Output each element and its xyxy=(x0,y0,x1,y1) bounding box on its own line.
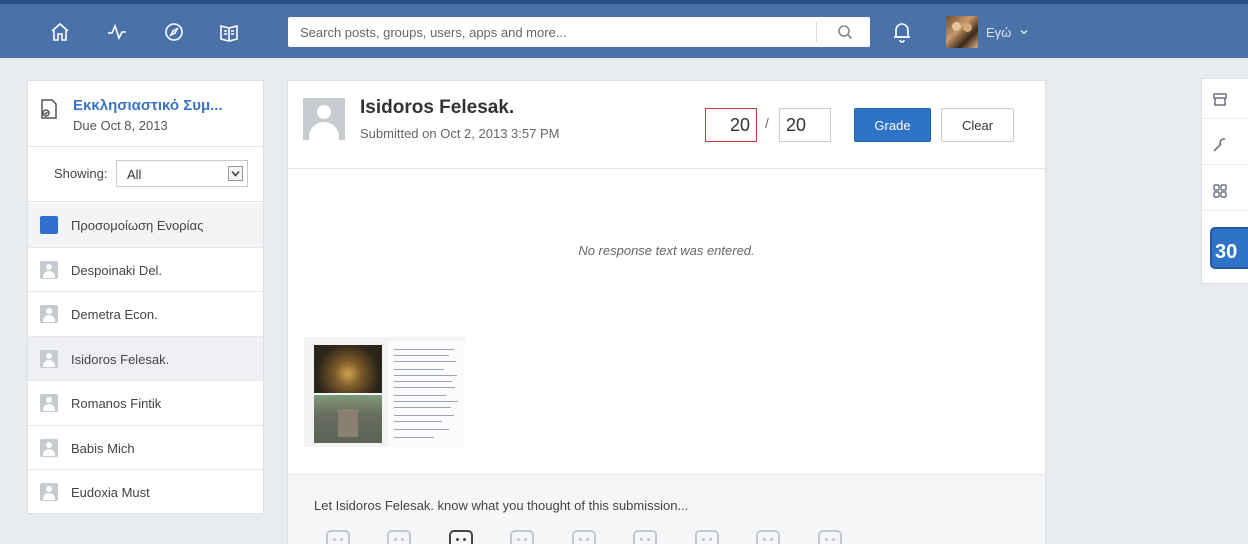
attachment-handwritten-page xyxy=(388,341,465,447)
score-total-input[interactable] xyxy=(779,108,831,142)
sticker-icon[interactable] xyxy=(633,530,657,544)
showing-filter-select[interactable]: All xyxy=(116,160,248,187)
top-navigation-bar: Εγώ xyxy=(0,0,1248,58)
backpack-icon[interactable] xyxy=(215,18,243,46)
attachment-photo xyxy=(314,345,382,393)
assignment-sidebar: Εκκλησιαστικό Συμ... Due Oct 8, 2013 Sho… xyxy=(27,80,264,514)
sticker-icon[interactable] xyxy=(510,530,534,544)
list-item-selected[interactable]: Isidoros Felesak. xyxy=(28,336,263,381)
user-avatar-icon xyxy=(40,394,58,412)
user-avatar-icon xyxy=(40,483,58,501)
grade-button[interactable]: Grade xyxy=(854,108,931,142)
search-divider xyxy=(816,22,817,42)
submission-header: Isidoros Felesak. Submitted on Oct 2, 20… xyxy=(288,81,1045,169)
sticker-icon[interactable] xyxy=(572,530,596,544)
group-icon xyxy=(40,216,58,234)
calendar-day-number: 30 xyxy=(1215,241,1238,263)
attachment-thumbnail[interactable] xyxy=(304,337,465,447)
score-separator: / xyxy=(765,115,769,131)
user-menu[interactable]: Εγώ xyxy=(946,16,1029,48)
list-item-group[interactable]: Προσομοίωση Ενορίας xyxy=(28,203,263,248)
student-name[interactable]: Isidoros Felesak. xyxy=(360,97,514,119)
list-item-label: Eudoxia Must xyxy=(71,485,150,500)
dropdown-arrow-icon xyxy=(228,166,243,181)
sticker-icon[interactable] xyxy=(387,530,411,544)
search-bar xyxy=(288,17,870,47)
list-item-label: Προσομοίωση Ενορίας xyxy=(71,218,204,233)
list-item[interactable]: Despoinaki Del. xyxy=(28,248,263,292)
calendar-icon[interactable]: 30 xyxy=(1210,227,1248,269)
right-app-rail: 30 xyxy=(1201,78,1248,284)
filter-selected-value: All xyxy=(127,167,142,182)
attachment-photo xyxy=(314,395,382,443)
list-item-label: Despoinaki Del. xyxy=(71,262,163,278)
feedback-prompt: Let Isidoros Felesak. know what you thou… xyxy=(314,498,689,513)
user-avatar-icon xyxy=(40,349,58,368)
user-avatar-icon xyxy=(40,305,58,323)
assignment-icon xyxy=(40,98,58,120)
list-item-label: Babis Mich xyxy=(71,440,135,456)
search-icon[interactable] xyxy=(820,17,870,47)
list-item[interactable]: Babis Mich xyxy=(28,426,263,470)
list-item-label: Isidoros Felesak. xyxy=(71,351,170,367)
clear-button[interactable]: Clear xyxy=(941,108,1014,142)
filter-row: Showing: All xyxy=(28,148,263,202)
user-avatar-icon xyxy=(40,438,58,457)
user-avatar-icon xyxy=(40,260,58,279)
filter-label: Showing: xyxy=(54,166,108,181)
assignment-header: Εκκλησιαστικό Συμ... Due Oct 8, 2013 xyxy=(28,81,263,147)
user-menu-label: Εγώ xyxy=(986,24,1012,40)
list-item[interactable]: Romanos Fintik xyxy=(28,381,263,426)
home-icon[interactable] xyxy=(46,18,74,46)
student-list: Προσομοίωση Ενορίας Despoinaki Del. Deme… xyxy=(28,203,263,515)
no-response-text: No response text was entered. xyxy=(578,243,755,258)
list-item-label: Demetra Econ. xyxy=(71,307,158,322)
submitted-date: Submitted on Oct 2, 2013 3:57 PM xyxy=(360,126,560,141)
feedback-section: Let Isidoros Felesak. know what you thou… xyxy=(288,474,1045,544)
assignment-title[interactable]: Εκκλησιαστικό Συμ... xyxy=(73,97,223,114)
sticker-icon[interactable] xyxy=(695,530,719,544)
score-earned-input[interactable] xyxy=(705,108,757,142)
sticker-icon[interactable] xyxy=(326,530,350,544)
wrench-icon[interactable] xyxy=(1202,125,1248,165)
list-item-label: Romanos Fintik xyxy=(71,396,162,411)
compass-icon[interactable] xyxy=(160,18,188,46)
apps-grid-icon[interactable] xyxy=(1202,171,1248,211)
assignment-due-date: Due Oct 8, 2013 xyxy=(73,118,168,133)
sticker-icon[interactable] xyxy=(756,530,780,544)
chevron-down-icon xyxy=(1020,29,1028,35)
sticker-icon[interactable] xyxy=(449,530,473,544)
list-item[interactable]: Demetra Econ. xyxy=(28,292,263,337)
submission-panel: Isidoros Felesak. Submitted on Oct 2, 20… xyxy=(287,80,1046,544)
backpack-icon[interactable] xyxy=(1202,79,1248,119)
sticker-icon[interactable] xyxy=(818,530,842,544)
notifications-bell-icon[interactable] xyxy=(888,18,916,46)
list-item[interactable]: Eudoxia Must xyxy=(28,470,263,515)
avatar xyxy=(946,16,978,48)
student-avatar xyxy=(303,98,345,140)
activity-icon[interactable] xyxy=(103,18,131,46)
search-input[interactable] xyxy=(288,17,818,47)
